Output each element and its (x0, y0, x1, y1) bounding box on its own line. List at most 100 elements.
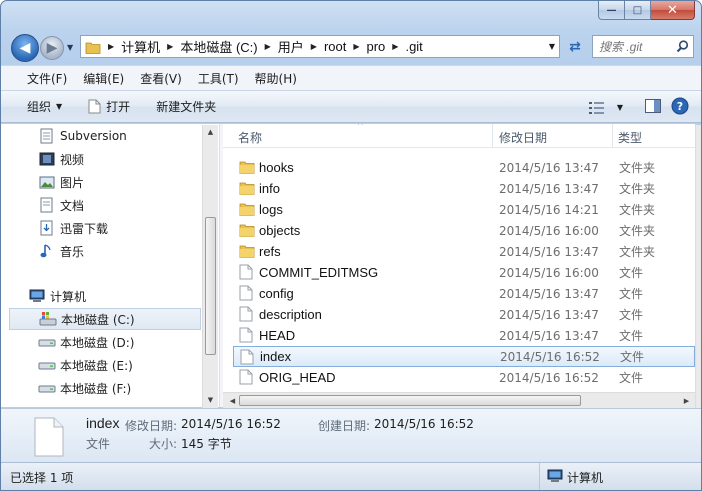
file-name: refs (259, 244, 281, 259)
file-type: 文件 (619, 308, 644, 322)
details-created-value: 2014/5/16 16:52 (374, 417, 474, 431)
drive-icon (38, 339, 56, 347)
breadcrumb-chevron-icon[interactable]: ▶ (108, 42, 114, 51)
forward-button[interactable]: ▶ (40, 36, 64, 60)
nav-item-downloads[interactable]: 迅雷下载 (1, 217, 201, 239)
search-input[interactable] (599, 39, 669, 54)
breadcrumb-item[interactable]: root (324, 39, 346, 54)
menu-edit[interactable]: 编辑(E) (83, 70, 124, 87)
menu-tools[interactable]: 工具(T) (198, 70, 239, 87)
file-row[interactable]: hooks 2014/5/16 13:47 文件夹 (233, 157, 695, 178)
breadcrumb-item[interactable]: pro (367, 39, 386, 54)
back-button[interactable]: ◀ (11, 34, 39, 62)
breadcrumb-chevron-icon[interactable]: ▶ (353, 42, 359, 51)
maximize-button[interactable]: □ (625, 1, 651, 20)
minimize-button[interactable]: — (598, 1, 625, 20)
open-button[interactable]: 打开 (84, 95, 134, 119)
breadcrumb-item[interactable]: 计算机 (121, 37, 160, 56)
svg-text:?: ? (677, 100, 683, 113)
nav-item-computer[interactable]: 计算机 (1, 285, 201, 307)
file-name: index (260, 349, 292, 364)
status-divider (539, 463, 540, 490)
breadcrumb: ▶ 计算机 ▶ 本地磁盘 (C:) ▶ 用户 ▶ root ▶ pro ▶ .g… (101, 37, 423, 56)
file-row[interactable]: COMMIT_EDITMSG 2014/5/16 16:00 文件 (233, 262, 695, 283)
address-dropdown-icon[interactable]: ▼ (549, 42, 555, 51)
view-options-button[interactable]: ▼ (588, 101, 623, 114)
breadcrumb-chevron-icon[interactable]: ▶ (311, 42, 317, 51)
file-icon (240, 349, 254, 365)
nav-item-drive-f[interactable]: 本地磁盘 (F:) (1, 377, 201, 399)
nav-item-label: 迅雷下载 (60, 221, 109, 236)
search-box[interactable] (592, 35, 694, 58)
scroll-down-icon[interactable]: ▼ (203, 393, 218, 407)
nav-item-drive-d[interactable]: 本地磁盘 (D:) (1, 331, 201, 353)
status-location: 计算机 (567, 471, 604, 485)
file-row[interactable]: index 2014/5/16 16:52 文件 (233, 346, 695, 367)
chevron-down-icon: ▼ (56, 102, 63, 111)
menu-file[interactable]: 文件(F) (27, 70, 67, 87)
folder-icon (239, 224, 255, 237)
scroll-left-icon[interactable]: ◀ (225, 394, 240, 408)
forward-arrow-icon: ▶ (46, 40, 58, 56)
search-icon[interactable] (676, 40, 689, 53)
preview-pane-icon (645, 99, 661, 113)
file-row[interactable]: objects 2014/5/16 16:00 文件夹 (233, 220, 695, 241)
nav-item-drive-e[interactable]: 本地磁盘 (E:) (1, 354, 201, 376)
column-header: ^ 名称 修改日期 类型 (223, 124, 695, 148)
nav-item-subversion[interactable]: Subversion (1, 125, 201, 147)
nav-item-pictures[interactable]: 图片 (1, 171, 201, 193)
nav-item-label: 文档 (60, 198, 85, 213)
menu-view[interactable]: 查看(V) (140, 70, 182, 87)
nav-scrollbar[interactable]: ▲ ▼ (202, 125, 218, 408)
breadcrumb-chevron-icon[interactable]: ▶ (167, 42, 173, 51)
file-date: 2014/5/16 13:47 (499, 244, 599, 259)
file-type: 文件 (619, 287, 644, 301)
details-created-label: 创建日期: (318, 419, 371, 433)
column-name[interactable]: 名称 (238, 129, 262, 146)
help-button[interactable]: ? (671, 97, 689, 118)
file-row[interactable]: config 2014/5/16 13:47 文件 (233, 283, 695, 304)
scroll-right-icon[interactable]: ▶ (679, 394, 694, 408)
breadcrumb-item[interactable]: 用户 (278, 37, 304, 56)
chevron-down-icon: ▼ (616, 103, 623, 112)
nav-item-label: 计算机 (50, 289, 87, 304)
breadcrumb-item[interactable]: 本地磁盘 (C:) (180, 37, 257, 56)
scroll-up-icon[interactable]: ▲ (203, 125, 218, 139)
column-divider[interactable] (492, 124, 493, 148)
horizontal-scrollbar-thumb[interactable] (239, 395, 581, 406)
refresh-button[interactable]: ⇄ (563, 35, 587, 58)
breadcrumb-item[interactable]: .git (405, 39, 422, 54)
details-modified-label: 修改日期: (125, 419, 178, 433)
breadcrumb-chevron-icon[interactable]: ▶ (392, 42, 398, 51)
file-row[interactable]: HEAD 2014/5/16 13:47 文件 (233, 325, 695, 346)
file-date: 2014/5/16 14:21 (499, 202, 599, 217)
folder-icon (239, 203, 255, 216)
preview-pane-button[interactable] (645, 99, 661, 116)
column-date[interactable]: 修改日期 (499, 129, 547, 146)
file-date: 2014/5/16 16:52 (499, 370, 599, 385)
file-row[interactable]: description 2014/5/16 13:47 文件 (233, 304, 695, 325)
close-button[interactable]: ✕ (651, 1, 695, 20)
recent-pages-dropdown[interactable]: ▼ (67, 43, 73, 52)
file-row[interactable]: ORIG_HEAD 2014/5/16 16:52 文件 (233, 367, 695, 388)
list-horizontal-scrollbar[interactable]: ◀ ▶ (223, 392, 695, 408)
file-row[interactable]: info 2014/5/16 13:47 文件夹 (233, 178, 695, 199)
details-file-kind: 文件 (86, 437, 111, 451)
address-bar[interactable]: ▶ 计算机 ▶ 本地磁盘 (C:) ▶ 用户 ▶ root ▶ pro ▶ .g… (80, 35, 560, 58)
file-row[interactable]: logs 2014/5/16 14:21 文件夹 (233, 199, 695, 220)
nav-item-drive-c[interactable]: 本地磁盘 (C:) (9, 308, 201, 330)
column-type[interactable]: 类型 (618, 129, 642, 146)
download-icon (40, 220, 53, 236)
nav-scrollbar-thumb[interactable] (205, 217, 216, 355)
list-scrollbar[interactable] (695, 125, 701, 408)
menu-help[interactable]: 帮助(H) (255, 70, 297, 87)
column-divider[interactable] (612, 124, 613, 148)
nav-item-music[interactable]: 音乐 (1, 240, 201, 262)
file-icon (239, 306, 253, 322)
nav-item-video[interactable]: 视频 (1, 148, 201, 170)
organize-button[interactable]: 组织 ▼ (23, 95, 66, 119)
new-folder-button[interactable]: 新建文件夹 (152, 95, 220, 119)
file-row[interactable]: refs 2014/5/16 13:47 文件夹 (233, 241, 695, 262)
breadcrumb-chevron-icon[interactable]: ▶ (265, 42, 271, 51)
nav-item-documents[interactable]: 文档 (1, 194, 201, 216)
